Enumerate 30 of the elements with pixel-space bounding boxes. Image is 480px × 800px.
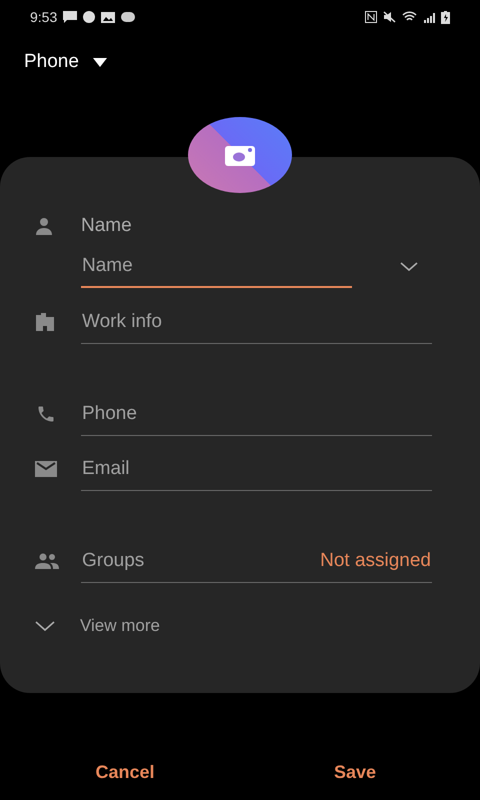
caret-down-icon (92, 58, 107, 66)
circle-icon (83, 11, 96, 23)
cancel-button[interactable]: Cancel (25, 748, 225, 798)
battery-icon (441, 10, 450, 24)
name-label: Name (81, 215, 132, 237)
work-info-field[interactable]: Work info (81, 300, 432, 344)
person-icon (35, 217, 53, 235)
email-field[interactable]: Email (81, 447, 432, 491)
groups-row[interactable]: Groups Not assigned (81, 539, 432, 583)
view-more-button[interactable]: View more (35, 616, 160, 636)
chevron-down-icon (400, 262, 418, 272)
status-time: 9:53 (30, 9, 58, 25)
nfc-icon (365, 11, 377, 23)
image-icon (101, 12, 116, 22)
signal-icon (423, 12, 435, 22)
message-icon (63, 11, 78, 23)
account-dropdown[interactable]: Phone (24, 51, 107, 73)
groups-value: Not assigned (320, 550, 431, 572)
people-icon (35, 553, 59, 569)
groups-label: Groups (82, 550, 144, 572)
name-field[interactable]: Name (81, 246, 352, 288)
camera-icon (225, 144, 255, 166)
phone-field[interactable]: Phone (81, 392, 432, 436)
muted-icon (383, 11, 396, 23)
save-button[interactable]: Save (255, 748, 455, 798)
wifi-icon (402, 11, 417, 23)
envelope-icon (35, 461, 57, 477)
chevron-down-icon (35, 620, 55, 632)
building-icon (35, 313, 55, 331)
pill-icon (121, 12, 136, 22)
